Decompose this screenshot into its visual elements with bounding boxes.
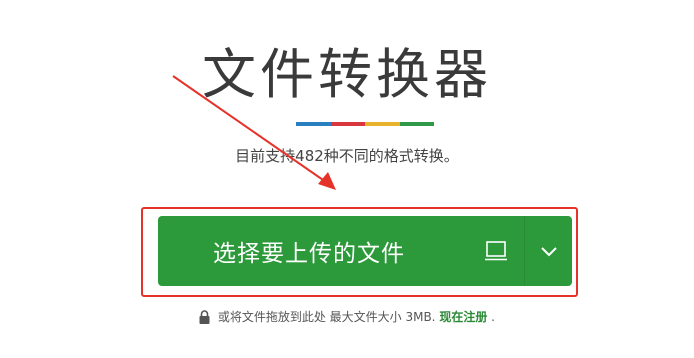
upload-note-text: 或将文件拖放到此处 最大文件大小 3MB.: [217, 310, 436, 324]
color-bar-segment-yellow: [365, 122, 400, 126]
color-bar-segment-green: [399, 122, 434, 126]
upload-note: 或将文件拖放到此处 最大文件大小 3MB. 现在注册 .: [0, 308, 694, 329]
upload-file-button[interactable]: 选择要上传的文件: [158, 216, 572, 286]
upload-note-suffix: .: [491, 310, 495, 324]
color-bar-segment-red: [330, 122, 365, 126]
color-bar: [296, 122, 434, 126]
lock-icon: [199, 310, 210, 329]
device-icon[interactable]: [468, 216, 524, 286]
page-title: 文件转换器: [202, 43, 492, 106]
converter-page: 文件转换器 目前支持482种不同的格式转换。 选择要上传的文件 或将文件拖放到此…: [0, 0, 694, 358]
upload-button-label: 选择要上传的文件: [213, 241, 405, 267]
register-link[interactable]: 现在注册: [439, 310, 487, 324]
chevron-down-icon[interactable]: [525, 216, 572, 286]
color-bar-segment-blue: [296, 122, 331, 126]
page-subtitle: 目前支持482种不同的格式转换。: [235, 147, 459, 165]
